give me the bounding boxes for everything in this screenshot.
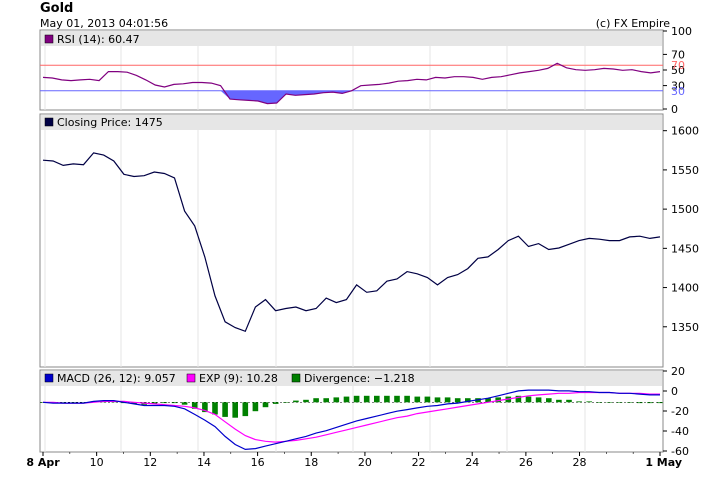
rsi-ytick-label: 0 bbox=[671, 103, 678, 116]
price-ytick-label: 1600 bbox=[671, 125, 699, 138]
macd-legend-swatch bbox=[44, 373, 54, 383]
divergence-bar bbox=[384, 395, 390, 403]
divergence-bar bbox=[353, 395, 360, 403]
divergence-bar bbox=[657, 402, 663, 404]
divergence-bar bbox=[414, 396, 421, 403]
divergence-bar bbox=[647, 402, 653, 404]
rsi-ytick-label: 100 bbox=[671, 25, 692, 38]
divergence-bar bbox=[546, 398, 552, 403]
chart-panels: 03050701007030RSI (14): 60.4713501400145… bbox=[26, 25, 699, 469]
divergence-bar bbox=[596, 402, 603, 403]
macd-group: -60-40-20020MACD (26, 12): 9.057 EXP (9):… bbox=[39, 365, 689, 458]
divergence-bar bbox=[333, 397, 340, 403]
divergence-bar bbox=[363, 395, 370, 403]
divergence-bar bbox=[374, 395, 380, 403]
x-tick-label: 16 bbox=[251, 456, 265, 469]
divergence-bar bbox=[637, 402, 643, 404]
divergence-bar bbox=[525, 396, 532, 403]
exp-legend-swatch bbox=[186, 373, 196, 383]
divergence-bar bbox=[222, 402, 228, 417]
x-tick-label: 24 bbox=[465, 456, 479, 469]
rsi-group: 03050701007030RSI (14): 60.47 bbox=[39, 25, 692, 116]
divergence-bar bbox=[404, 395, 410, 403]
divergence-bar bbox=[171, 402, 178, 404]
divergence-legend-label: Divergence: −1.218 bbox=[304, 372, 415, 385]
divergence-bar bbox=[616, 402, 623, 403]
price-group: 1350 1400 1450 1500 1550 1600 Closing Price: 1… bbox=[39, 113, 699, 368]
divergence-bar bbox=[232, 402, 238, 418]
divergence-bar bbox=[161, 402, 168, 404]
divergence-bar bbox=[556, 399, 562, 403]
rsi-legend-swatch bbox=[44, 34, 54, 44]
chart-title: Gold bbox=[40, 1, 73, 16]
rsi-upper-label: 70 bbox=[671, 59, 685, 72]
x-tick-label: 20 bbox=[358, 456, 372, 469]
divergence-bar bbox=[535, 397, 542, 403]
divergence-bar bbox=[242, 402, 249, 417]
divergence-bar bbox=[272, 402, 279, 404]
x-tick-label: 10 bbox=[90, 456, 104, 469]
x-tick-label: 18 bbox=[304, 456, 318, 469]
divergence-bar bbox=[262, 402, 269, 408]
divergence-bar bbox=[283, 402, 289, 403]
divergence-bar bbox=[323, 398, 329, 403]
divergence-bar bbox=[576, 401, 582, 403]
divergence-bar bbox=[444, 397, 451, 403]
x-tick-label: 8 Apr bbox=[26, 456, 60, 469]
macd-legend-label: MACD (26, 12): 9.057 bbox=[57, 372, 176, 385]
x-tick-label: 12 bbox=[143, 456, 157, 469]
divergence-bar bbox=[303, 399, 309, 403]
divergence-bar bbox=[586, 401, 592, 403]
divergence-bar bbox=[454, 398, 461, 403]
x-tick-label: 28 bbox=[573, 456, 587, 469]
chart-timestamp: May 01, 2013 04:01:56 bbox=[40, 17, 168, 30]
price-ytick-label: 1450 bbox=[671, 242, 699, 255]
price-legend-swatch bbox=[44, 117, 54, 127]
macd-ytick-label: 20 bbox=[671, 365, 685, 378]
divergence-bar bbox=[293, 400, 299, 403]
divergence-bar bbox=[394, 395, 400, 403]
divergence-bar bbox=[606, 402, 613, 403]
macd-ytick-label: -20 bbox=[671, 405, 689, 418]
divergence-bar bbox=[343, 396, 350, 403]
price-ytick-label: 1550 bbox=[671, 164, 699, 177]
gold-chart: Gold May 01, 2013 04:01:56 (c) FX Empire… bbox=[26, 1, 699, 469]
divergence-legend-swatch bbox=[291, 373, 301, 383]
price-ytick-label: 1400 bbox=[671, 282, 699, 295]
price-legend-label: Closing Price: 1475 bbox=[57, 116, 163, 129]
divergence-bar bbox=[252, 402, 259, 412]
macd-ytick-label: -40 bbox=[671, 425, 689, 438]
price-ytick-label: 1500 bbox=[671, 203, 699, 216]
rsi-legend-label: RSI (14): 60.47 bbox=[57, 33, 140, 46]
divergence-bar bbox=[212, 402, 218, 415]
x-tick-label: 22 bbox=[412, 456, 426, 469]
price-ytick-label: 1350 bbox=[671, 321, 699, 334]
chart-credit: (c) FX Empire bbox=[596, 17, 670, 30]
rsi-lower-label: 30 bbox=[671, 85, 685, 98]
x-tick-label: 14 bbox=[197, 456, 211, 469]
divergence-bar bbox=[424, 396, 431, 403]
divergence-bar bbox=[434, 397, 441, 403]
macd-ytick-label: 0 bbox=[671, 385, 678, 398]
divergence-bar bbox=[626, 402, 633, 403]
price-frame bbox=[39, 113, 664, 368]
x-tick-label: 1 May bbox=[645, 456, 682, 469]
x-tick-label: 26 bbox=[519, 456, 533, 469]
exp-legend-label: EXP (9): 10.28 bbox=[199, 372, 278, 385]
divergence-bar bbox=[313, 398, 319, 403]
divergence-bar bbox=[566, 399, 572, 403]
divergence-bar bbox=[181, 402, 188, 405]
